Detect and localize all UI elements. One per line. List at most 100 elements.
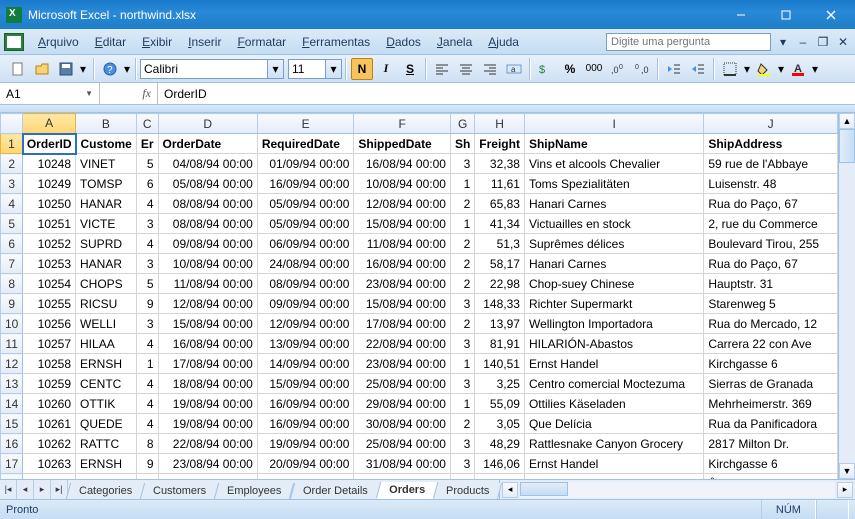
cell[interactable]: 16/09/94 00:00 xyxy=(257,174,354,194)
cell[interactable]: 8 xyxy=(136,434,158,454)
open-icon[interactable] xyxy=(31,58,53,80)
menu-editar[interactable]: Editar xyxy=(87,33,134,51)
col-header-B[interactable]: B xyxy=(76,114,137,134)
fill-dropdown-icon[interactable]: ▾ xyxy=(776,62,786,76)
cell[interactable]: 05/09/94 00:00 xyxy=(257,214,354,234)
row-header-11[interactable]: 11 xyxy=(1,334,23,354)
vertical-scrollbar[interactable]: ▲ ▼ xyxy=(838,113,855,479)
cell[interactable]: 3 xyxy=(136,314,158,334)
increase-indent-icon[interactable] xyxy=(687,58,709,80)
maximize-button[interactable] xyxy=(763,1,808,29)
cell-header-OrderDate[interactable]: OrderDate xyxy=(158,134,257,154)
cell-header-RequiredDate[interactable]: RequiredDate xyxy=(257,134,354,154)
cell-header-ShipAddress[interactable]: ShipAddress xyxy=(704,134,838,154)
cell[interactable]: 1 xyxy=(450,174,474,194)
col-header-F[interactable]: F xyxy=(354,114,451,134)
cell-header-EmployeeID[interactable]: Er xyxy=(136,134,158,154)
minimize-button[interactable] xyxy=(718,1,763,29)
cell[interactable]: Que Delícia xyxy=(524,414,703,434)
scroll-down-icon[interactable]: ▼ xyxy=(839,463,855,479)
sheet-tab-products[interactable]: Products xyxy=(433,483,503,499)
cell[interactable]: 29/08/94 00:00 xyxy=(354,394,451,414)
cell[interactable]: 10/08/94 00:00 xyxy=(354,174,451,194)
cell[interactable]: 10258 xyxy=(23,354,76,374)
cell[interactable]: 01/09/94 00:00 xyxy=(257,154,354,174)
cell[interactable]: 22/08/94 00:00 xyxy=(354,334,451,354)
cell[interactable]: CENTC xyxy=(76,374,137,394)
cell[interactable]: 10252 xyxy=(23,234,76,254)
cell[interactable]: 5 xyxy=(136,274,158,294)
cell[interactable]: 13/09/94 00:00 xyxy=(257,334,354,354)
cell[interactable]: 2, rue du Commerce xyxy=(704,214,838,234)
col-header-C[interactable]: C xyxy=(136,114,158,134)
cell[interactable]: 48,29 xyxy=(475,434,525,454)
cell[interactable]: Victuailles en stock xyxy=(524,214,703,234)
cell[interactable]: 4 xyxy=(136,374,158,394)
borders-dropdown-icon[interactable]: ▾ xyxy=(742,62,752,76)
cell[interactable]: 09/08/94 00:00 xyxy=(158,234,257,254)
save-icon[interactable] xyxy=(55,58,77,80)
fill-color-icon[interactable] xyxy=(753,58,775,80)
borders-icon[interactable] xyxy=(719,58,741,80)
cell[interactable]: ERNSH xyxy=(76,454,137,474)
cell[interactable]: Centro comercial Moctezuma xyxy=(524,374,703,394)
cell[interactable]: 15/08/94 00:00 xyxy=(158,314,257,334)
menu-dados[interactable]: Dados xyxy=(378,33,429,51)
cell[interactable]: 22/08/94 00:00 xyxy=(158,434,257,454)
cell[interactable]: VINET xyxy=(76,154,137,174)
cell[interactable]: Ernst Handel xyxy=(524,454,703,474)
decrease-decimal-icon[interactable]: 0,0 xyxy=(631,58,653,80)
cell[interactable]: 19/09/94 00:00 xyxy=(257,434,354,454)
question-dropdown-icon[interactable]: ▾ xyxy=(775,34,791,50)
cell[interactable]: 19/08/94 00:00 xyxy=(158,394,257,414)
cell[interactable]: 32,38 xyxy=(475,154,525,174)
cell-header-OrderID[interactable]: OrderID xyxy=(23,134,76,154)
cell[interactable]: 13,97 xyxy=(475,314,525,334)
row-header-2[interactable]: 2 xyxy=(1,154,23,174)
cell[interactable]: 11/08/94 00:00 xyxy=(158,274,257,294)
cell[interactable]: 3 xyxy=(450,434,474,454)
cell[interactable]: 3 xyxy=(136,214,158,234)
row-header-10[interactable]: 10 xyxy=(1,314,23,334)
cell[interactable]: 2 xyxy=(450,234,474,254)
cell[interactable]: 10257 xyxy=(23,334,76,354)
cell[interactable]: Rattlesnake Canyon Grocery xyxy=(524,434,703,454)
tab-next-icon[interactable]: ▸ xyxy=(34,480,51,499)
italic-button[interactable]: I xyxy=(375,58,397,80)
menu-ajuda[interactable]: Ajuda xyxy=(480,33,527,51)
menu-formatar[interactable]: Formatar xyxy=(229,33,294,51)
cell[interactable]: 10250 xyxy=(23,194,76,214)
cell[interactable]: Hauptstr. 31 xyxy=(704,274,838,294)
currency-icon[interactable]: $ xyxy=(535,58,557,80)
cell[interactable]: 06/09/94 00:00 xyxy=(257,234,354,254)
help-question-input[interactable] xyxy=(606,33,771,51)
cell[interactable]: Chop-suey Chinese xyxy=(524,274,703,294)
menu-inserir[interactable]: Inserir xyxy=(180,33,229,51)
cell[interactable]: 10260 xyxy=(23,394,76,414)
sheet-tab-order-details[interactable]: Order Details xyxy=(290,483,381,499)
cell[interactable]: 58,17 xyxy=(475,254,525,274)
cell[interactable]: 3 xyxy=(450,454,474,474)
row-header-9[interactable]: 9 xyxy=(1,294,23,314)
cell[interactable]: Ottilies Käseladen xyxy=(524,394,703,414)
col-header-E[interactable]: E xyxy=(257,114,354,134)
cell[interactable]: 11,61 xyxy=(475,174,525,194)
row-header-8[interactable]: 8 xyxy=(1,274,23,294)
menu-ferramentas[interactable]: Ferramentas xyxy=(294,33,378,51)
cell[interactable]: 3 xyxy=(450,154,474,174)
cell[interactable]: 16/08/94 00:00 xyxy=(354,254,451,274)
cell[interactable]: 12/08/94 00:00 xyxy=(158,294,257,314)
vscroll-thumb[interactable] xyxy=(839,129,855,163)
cell[interactable]: 23/08/94 00:00 xyxy=(354,274,451,294)
doc-restore-button[interactable]: ❐ xyxy=(815,34,831,50)
cell[interactable]: 2 xyxy=(450,194,474,214)
cell[interactable]: 15/09/94 00:00 xyxy=(257,374,354,394)
sheet-tab-customers[interactable]: Customers xyxy=(140,483,219,499)
cell[interactable]: 14/09/94 00:00 xyxy=(257,354,354,374)
font-size-select[interactable]: 11 xyxy=(288,59,326,79)
cell[interactable]: Kirchgasse 6 xyxy=(704,354,838,374)
merge-center-icon[interactable]: a xyxy=(503,58,525,80)
cell[interactable]: Suprêmes délices xyxy=(524,234,703,254)
cell[interactable]: 1 xyxy=(450,354,474,374)
cell[interactable]: 10262 xyxy=(23,434,76,454)
